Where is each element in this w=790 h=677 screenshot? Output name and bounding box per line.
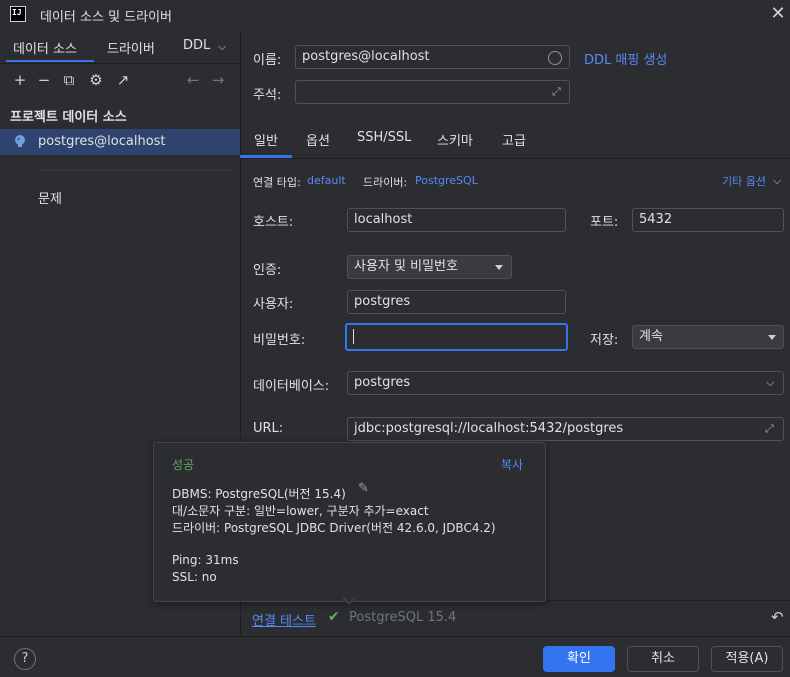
tab-advanced[interactable]: 고급 bbox=[502, 130, 526, 149]
ok-button[interactable]: 확인 bbox=[543, 646, 615, 672]
tab-drivers[interactable]: 드라이버 bbox=[107, 38, 155, 57]
database-combobox[interactable]: postgres bbox=[347, 371, 784, 395]
settings-icon[interactable]: ⚙ bbox=[86, 70, 106, 90]
divider bbox=[240, 158, 790, 159]
test-result: PostgreSQL 15.4 bbox=[349, 610, 457, 625]
dropdown-arrow-icon bbox=[495, 265, 503, 270]
tab-ssh-ssl[interactable]: SSH/SSL bbox=[357, 130, 411, 145]
active-tab-indicator bbox=[6, 60, 94, 62]
window-title: 데이터 소스 및 드라이버 bbox=[40, 10, 172, 25]
expand-icon[interactable]: ⤢ bbox=[552, 86, 564, 98]
expand-icon[interactable]: ⤢ bbox=[765, 423, 777, 435]
auth-dropdown-value: 사용자 및 비밀번호 bbox=[354, 259, 458, 274]
divider bbox=[38, 170, 234, 171]
connection-type-link[interactable]: default bbox=[307, 174, 346, 187]
driver-link[interactable]: PostgreSQL bbox=[415, 174, 478, 187]
driver-label: 드라이버: bbox=[363, 176, 408, 189]
password-input[interactable] bbox=[345, 323, 568, 351]
open-external-icon[interactable]: ↗ bbox=[113, 70, 133, 90]
more-options-link[interactable]: 기타 옵션 bbox=[722, 173, 766, 189]
user-label: 사용자: bbox=[253, 297, 294, 312]
text-cursor bbox=[353, 329, 354, 344]
host-label: 호스트: bbox=[253, 215, 294, 230]
dropdown-arrow-icon bbox=[768, 335, 776, 340]
port-label: 포트: bbox=[590, 215, 619, 230]
chevron-down-icon[interactable]: ⌵ bbox=[766, 377, 776, 388]
ddl-mapping-link[interactable]: DDL 매핑 생성 bbox=[584, 49, 667, 68]
apply-button[interactable]: 적용(A) bbox=[711, 646, 783, 672]
revert-icon[interactable]: ↶ bbox=[771, 608, 784, 626]
url-label: URL: bbox=[253, 421, 284, 436]
tab-data-sources[interactable]: 데이터 소스 bbox=[13, 38, 77, 57]
tab-options[interactable]: 옵션 bbox=[306, 130, 330, 149]
save-dropdown[interactable]: 계속 bbox=[632, 325, 784, 349]
divider bbox=[0, 636, 790, 637]
problems-item[interactable]: 문제 bbox=[38, 188, 62, 207]
close-icon[interactable]: ✕ bbox=[768, 3, 788, 25]
password-label: 비밀번호: bbox=[253, 333, 306, 348]
popup-ping-line: Ping: 31ms bbox=[172, 553, 239, 567]
url-input[interactable]: jdbc:postgresql://localhost:5432/postgre… bbox=[347, 417, 784, 441]
cancel-button[interactable]: 취소 bbox=[627, 646, 699, 672]
name-input[interactable]: postgres@localhost bbox=[295, 45, 570, 69]
remove-icon[interactable]: − bbox=[34, 70, 54, 90]
comment-input[interactable] bbox=[295, 80, 570, 104]
comment-label: 주석: bbox=[253, 88, 282, 103]
add-icon[interactable]: + bbox=[10, 70, 30, 90]
popup-ssl-line: SSL: no bbox=[172, 570, 217, 584]
port-input[interactable]: 5432 bbox=[632, 208, 784, 232]
data-source-label[interactable]: postgres@localhost bbox=[38, 134, 166, 149]
tab-general[interactable]: 일반 bbox=[254, 130, 278, 149]
host-input[interactable]: localhost bbox=[347, 208, 566, 232]
app-logo-icon: IJ bbox=[10, 6, 26, 22]
popup-case-line: 대/소문자 구분: 일반=lower, 구분자 추가=exact bbox=[172, 504, 429, 518]
auth-label: 인증: bbox=[253, 263, 282, 278]
chevron-down-icon[interactable]: ⌵ bbox=[218, 41, 228, 52]
popup-dbms-line: DBMS: PostgreSQL(버전 15.4) bbox=[172, 487, 346, 501]
chevron-down-icon[interactable]: ⌵ bbox=[773, 175, 783, 186]
save-dropdown-value: 계속 bbox=[639, 329, 663, 344]
test-connection-link[interactable]: 연결 테스트 bbox=[252, 610, 316, 629]
forward-arrow-icon[interactable]: → bbox=[208, 70, 228, 90]
pencil-icon[interactable]: ✎ bbox=[358, 481, 369, 496]
tab-ddl[interactable]: DDL bbox=[183, 38, 210, 53]
section-title: 프로젝트 데이터 소스 bbox=[10, 110, 127, 125]
copy-icon[interactable]: ⧉ bbox=[59, 70, 79, 90]
help-icon[interactable]: ? bbox=[14, 648, 36, 670]
color-circle-icon[interactable] bbox=[548, 51, 562, 65]
name-label: 이름: bbox=[253, 53, 282, 68]
auth-dropdown[interactable]: 사용자 및 비밀번호 bbox=[347, 255, 512, 279]
save-label: 저장: bbox=[590, 333, 619, 348]
tab-schemas[interactable]: 스키마 bbox=[437, 130, 473, 149]
divider bbox=[0, 63, 240, 64]
connection-type-label: 연결 타입: bbox=[253, 176, 301, 189]
postgresql-icon bbox=[15, 135, 25, 147]
copy-link[interactable]: 복사 bbox=[501, 456, 523, 473]
popup-driver-line: 드라이버: PostgreSQL JDBC Driver(버전 42.6.0, … bbox=[172, 521, 496, 535]
user-input[interactable]: postgres bbox=[347, 290, 566, 314]
database-label: 데이터베이스: bbox=[253, 379, 330, 394]
popup-pointer bbox=[343, 596, 355, 603]
back-arrow-icon[interactable]: ← bbox=[183, 70, 203, 90]
checkmark-icon: ✔ bbox=[328, 609, 340, 625]
popup-status: 성공 bbox=[172, 458, 195, 472]
